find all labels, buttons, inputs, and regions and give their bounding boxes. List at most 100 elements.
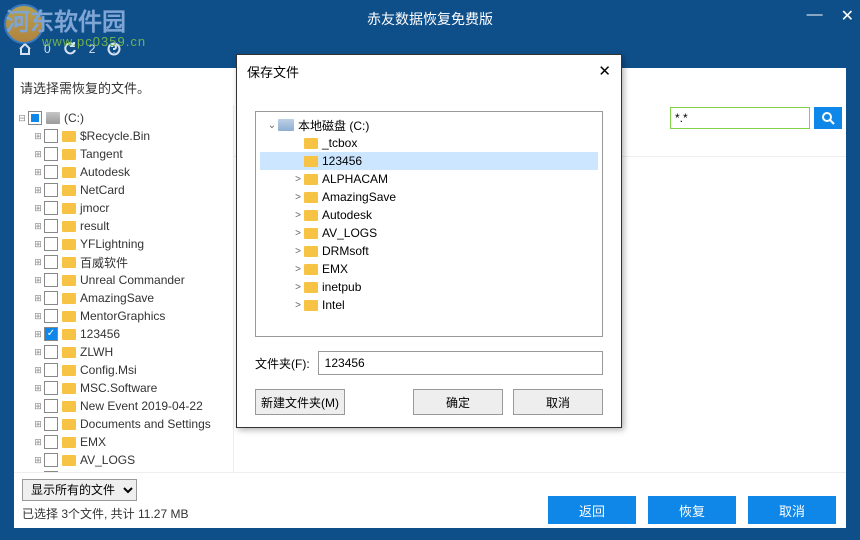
tree-item[interactable]: ⊞NetCard bbox=[14, 181, 233, 199]
folder-expander[interactable]: > bbox=[292, 210, 304, 221]
file-tree[interactable]: ⊟ (C:) ⊞$Recycle.Bin⊞Tangent⊞Autodesk⊞Ne… bbox=[14, 105, 234, 472]
tree-item[interactable]: ⊞jmocr bbox=[14, 199, 233, 217]
folder-tree-item[interactable]: 123456 bbox=[260, 152, 598, 170]
tree-expander[interactable]: ⊞ bbox=[32, 131, 44, 142]
tree-item[interactable]: ⊞YFLightning bbox=[14, 235, 233, 253]
cancel-button-dialog[interactable]: 取消 bbox=[513, 389, 603, 415]
folder-tree-item[interactable]: >Autodesk bbox=[260, 206, 598, 224]
tree-expander[interactable]: ⊞ bbox=[32, 167, 44, 178]
tree-checkbox[interactable] bbox=[44, 399, 58, 413]
folder-tree-item[interactable]: >EMX bbox=[260, 260, 598, 278]
folder-expander[interactable]: > bbox=[292, 264, 304, 275]
tree-item[interactable]: ⊞ZLWH bbox=[14, 343, 233, 361]
tree-checkbox[interactable] bbox=[44, 363, 58, 377]
tree-item[interactable]: ⊞Tangent bbox=[14, 145, 233, 163]
tree-item[interactable]: ⊞Autodesk bbox=[14, 163, 233, 181]
tree-expander[interactable]: ⊞ bbox=[32, 437, 44, 448]
minimize-button[interactable]: — bbox=[807, 6, 823, 26]
recover-button[interactable]: 恢复 bbox=[648, 496, 736, 524]
tree-checkbox[interactable] bbox=[44, 183, 58, 197]
tree-item[interactable]: ⊞123456 bbox=[14, 325, 233, 343]
tree-item[interactable]: ⊞Config.Msi bbox=[14, 361, 233, 379]
tree-expander[interactable]: ⊞ bbox=[32, 365, 44, 376]
folder-expander[interactable]: > bbox=[292, 174, 304, 185]
folder-expander[interactable]: > bbox=[292, 246, 304, 257]
tree-expander[interactable]: ⊞ bbox=[32, 149, 44, 160]
tree-checkbox-root[interactable] bbox=[28, 111, 42, 125]
folder-expander[interactable]: > bbox=[292, 192, 304, 203]
tree-item[interactable]: ⊞MentorGraphics bbox=[14, 307, 233, 325]
tree-item[interactable]: ⊞AmazingSave bbox=[14, 289, 233, 307]
tree-expander[interactable]: ⊞ bbox=[32, 239, 44, 250]
tree-checkbox[interactable] bbox=[44, 471, 58, 472]
tree-expander[interactable]: ⊞ bbox=[32, 221, 44, 232]
back-button[interactable]: 返回 bbox=[548, 496, 636, 524]
tree-checkbox[interactable] bbox=[44, 201, 58, 215]
filter-input[interactable] bbox=[670, 107, 810, 129]
tree-checkbox[interactable] bbox=[44, 129, 58, 143]
tree-item[interactable]: ⊞百威软件 bbox=[14, 253, 233, 271]
folder-icon bbox=[62, 383, 76, 394]
folder-tree-item[interactable]: >DRMsoft bbox=[260, 242, 598, 260]
tree-item[interactable]: ⊞$Recycle.Bin bbox=[14, 127, 233, 145]
home-icon[interactable] bbox=[18, 42, 32, 56]
folder-expander[interactable]: > bbox=[292, 300, 304, 311]
folder-tree-item[interactable]: >Intel bbox=[260, 296, 598, 314]
close-button[interactable]: ✕ bbox=[841, 6, 854, 26]
new-folder-button[interactable]: 新建文件夹(M) bbox=[255, 389, 345, 415]
folder-tree-item[interactable]: >inetpub bbox=[260, 278, 598, 296]
tree-checkbox[interactable] bbox=[44, 453, 58, 467]
folder-tree-expander[interactable]: ⌄ bbox=[266, 120, 278, 131]
tree-expander[interactable]: ⊞ bbox=[32, 401, 44, 412]
tree-expander[interactable]: ⊞ bbox=[32, 419, 44, 430]
tree-expander[interactable]: ⊞ bbox=[32, 311, 44, 322]
search-icon bbox=[821, 111, 835, 125]
tree-item[interactable]: ⊞New Event 2019-04-22 bbox=[14, 397, 233, 415]
tree-checkbox[interactable] bbox=[44, 417, 58, 431]
search-button[interactable] bbox=[814, 107, 842, 129]
tree-expander[interactable]: ⊞ bbox=[32, 185, 44, 196]
tree-checkbox[interactable] bbox=[44, 381, 58, 395]
tree-item[interactable]: ⊞AV_LOGS bbox=[14, 451, 233, 469]
tree-checkbox[interactable] bbox=[44, 309, 58, 323]
tree-item[interactable]: ⊞result bbox=[14, 217, 233, 235]
view-dropdown[interactable]: 显示所有的文件 bbox=[22, 479, 137, 501]
folder-expander[interactable]: > bbox=[292, 228, 304, 239]
dialog-titlebar[interactable]: 保存文件 ✕ bbox=[237, 55, 621, 87]
tree-expander[interactable]: ⊟ bbox=[16, 113, 28, 124]
tree-expander[interactable]: ⊞ bbox=[32, 293, 44, 304]
dialog-close-button[interactable]: ✕ bbox=[598, 62, 611, 80]
tree-expander[interactable]: ⊞ bbox=[32, 275, 44, 286]
tree-expander[interactable]: ⊞ bbox=[32, 455, 44, 466]
folder-icon bbox=[62, 419, 76, 430]
tree-checkbox[interactable] bbox=[44, 165, 58, 179]
tree-checkbox[interactable] bbox=[44, 147, 58, 161]
folder-tree-item[interactable]: >AmazingSave bbox=[260, 188, 598, 206]
tree-checkbox[interactable] bbox=[44, 327, 58, 341]
folder-expander[interactable]: > bbox=[292, 282, 304, 293]
folder-tree-item[interactable]: _tcbox bbox=[260, 134, 598, 152]
cancel-button[interactable]: 取消 bbox=[748, 496, 836, 524]
folder-tree[interactable]: ⌄ 本地磁盘 (C:) _tcbox123456>ALPHACAM>Amazin… bbox=[255, 111, 603, 337]
tree-item[interactable]: ⊞EMX bbox=[14, 433, 233, 451]
tree-expander[interactable]: ⊞ bbox=[32, 383, 44, 394]
tree-expander[interactable]: ⊞ bbox=[32, 257, 44, 268]
tree-checkbox[interactable] bbox=[44, 273, 58, 287]
tree-expander[interactable]: ⊞ bbox=[32, 329, 44, 340]
tree-item[interactable]: ⊞MSC.Software bbox=[14, 379, 233, 397]
folder-tree-item[interactable]: >AV_LOGS bbox=[260, 224, 598, 242]
tree-checkbox[interactable] bbox=[44, 435, 58, 449]
tree-item[interactable]: ⊞Unreal Commander bbox=[14, 271, 233, 289]
folder-field-input[interactable] bbox=[318, 351, 603, 375]
tree-checkbox[interactable] bbox=[44, 219, 58, 233]
tree-item[interactable]: ⊞Documents and Settings bbox=[14, 415, 233, 433]
tree-checkbox[interactable] bbox=[44, 291, 58, 305]
tree-checkbox[interactable] bbox=[44, 255, 58, 269]
action-buttons: 返回 恢复 取消 bbox=[548, 496, 836, 524]
tree-checkbox[interactable] bbox=[44, 237, 58, 251]
tree-expander[interactable]: ⊞ bbox=[32, 203, 44, 214]
folder-tree-item[interactable]: >ALPHACAM bbox=[260, 170, 598, 188]
tree-checkbox[interactable] bbox=[44, 345, 58, 359]
tree-expander[interactable]: ⊞ bbox=[32, 347, 44, 358]
ok-button[interactable]: 确定 bbox=[413, 389, 503, 415]
